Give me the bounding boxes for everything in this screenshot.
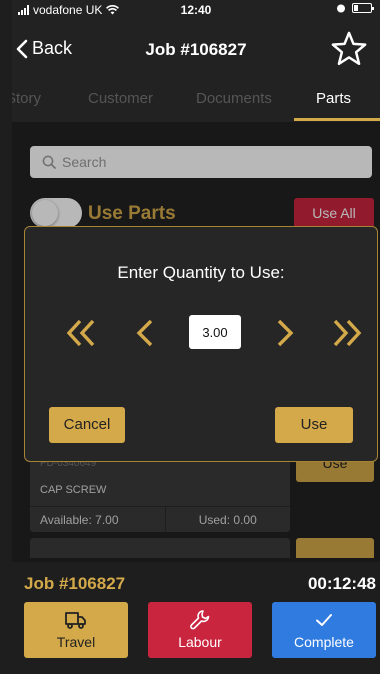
active-tab-indicator [294,118,380,121]
quantity-stepper [25,313,377,353]
cancel-button[interactable]: Cancel [49,407,125,443]
travel-label: Travel [56,634,96,650]
job-timer: 00:12:48 [307,574,376,593]
tab-parts[interactable]: Parts [316,90,351,107]
labour-button[interactable]: Labour [148,602,252,658]
labour-label: Labour [178,634,222,650]
increase-icon[interactable] [267,315,303,351]
wrench-icon [190,610,210,630]
dialog-title: Enter Quantity to Use: [117,263,285,282]
decrease-large-icon[interactable] [63,315,99,351]
status-bar: vodafone UK 12:40 [12,0,380,22]
complete-button[interactable]: Complete [272,602,376,658]
back-label: Back [32,38,73,58]
quantity-input[interactable] [189,315,241,349]
quantity-dialog: Enter Quantity to Use: Cancel Use [24,226,378,462]
status-time: 12:40 [180,3,212,17]
chevron-left-icon [16,39,28,58]
decrease-icon[interactable] [127,315,163,351]
status-right [336,3,374,13]
checkmark-icon [316,614,332,626]
back-button[interactable]: Back [16,38,72,59]
travel-button[interactable]: Travel [24,602,128,658]
star-icon[interactable] [330,30,368,68]
tab-documents[interactable]: Documents [196,90,272,107]
complete-label: Complete [294,634,354,650]
nav-bar: Back Job #106827 [12,24,380,74]
alarm-icon [337,4,345,13]
increase-large-icon[interactable] [329,315,365,351]
tab-bar: Story Customer Documents Parts [12,78,380,122]
job-footer: Job #106827 00:12:48 Travel Labour Compl… [12,562,380,674]
tab-customer[interactable]: Customer [88,90,153,107]
use-button[interactable]: Use [275,407,353,443]
app-screen: vodafone UK 12:40 Back Job #106827 tory … [12,0,380,674]
truck-icon [65,612,86,629]
footer-job-code: Job #106827 [24,574,126,593]
battery-icon [352,3,374,13]
tab-story[interactable]: Story [12,90,41,107]
